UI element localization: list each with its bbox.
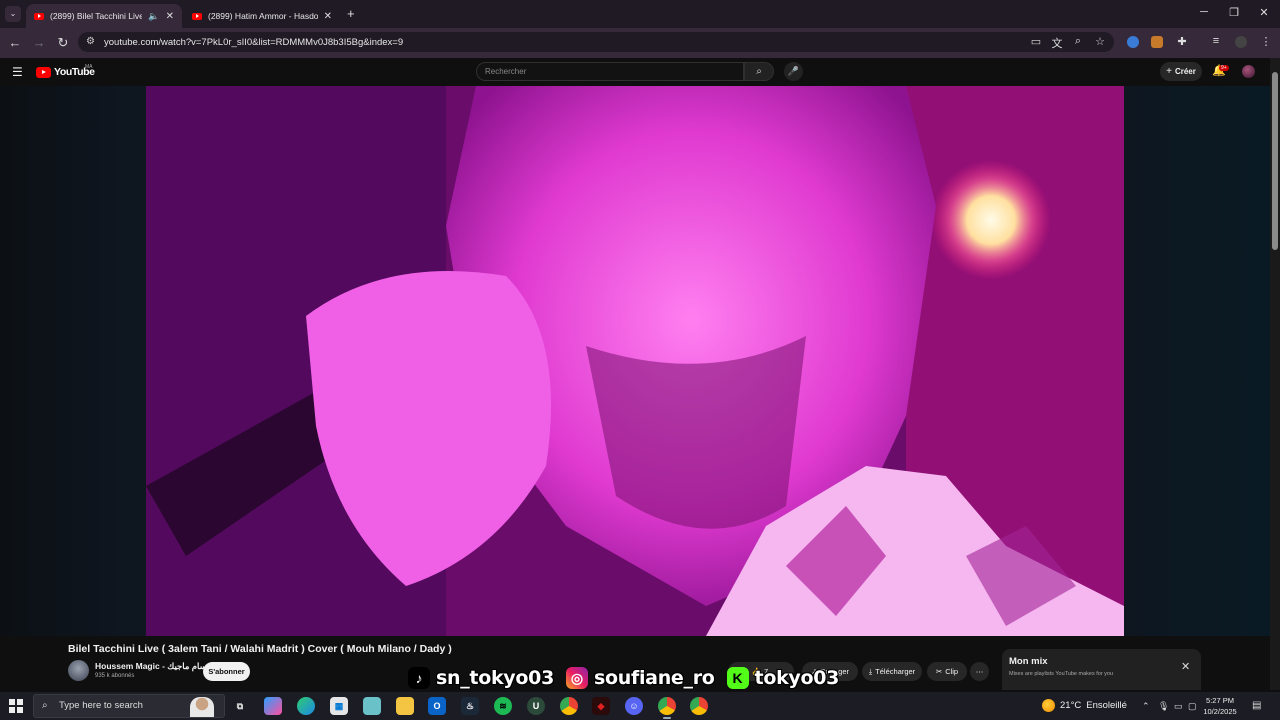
forward-icon[interactable]: →: [31, 35, 47, 50]
clip-button[interactable]: ✂ Clip: [927, 662, 967, 681]
mix-title: Mon mix: [1009, 656, 1048, 667]
extension-blue-icon[interactable]: [1127, 36, 1139, 48]
new-tab-button[interactable]: +: [347, 6, 355, 21]
translate-icon[interactable]: 文: [1049, 35, 1065, 51]
kick-handle: tokyo03: [754, 667, 840, 689]
tab-search-button[interactable]: ⌄: [5, 6, 21, 22]
browser-menu-icon[interactable]: ⋮: [1258, 35, 1274, 48]
search-input[interactable]: Rechercher: [476, 62, 744, 81]
mix-subtitle: Mixes are playlists YouTube makes for yo…: [1009, 671, 1114, 677]
country-code: MA: [85, 64, 93, 70]
chrome-icon[interactable]: [560, 697, 578, 715]
edge-icon[interactable]: [297, 697, 315, 715]
cast-icon[interactable]: ▭: [1028, 35, 1044, 48]
tab-bilel-tacchini[interactable]: (2899) Bilel Tacchini Live ( 3 🔈 ✕: [26, 4, 182, 28]
zoom-icon[interactable]: ⌕: [1070, 35, 1086, 48]
clock-date: 10/2/2025: [1203, 707, 1237, 716]
taskbar-search-input[interactable]: ⌕ Type here to search: [33, 694, 225, 718]
back-icon[interactable]: ←: [7, 35, 23, 50]
minimize-icon[interactable]: ─: [1189, 6, 1219, 18]
menu-hamburger-icon[interactable]: ☰: [12, 65, 23, 79]
close-tab-icon[interactable]: ✕: [166, 11, 174, 22]
close-icon[interactable]: ✕: [1181, 660, 1190, 673]
url-bar[interactable]: ⚙ youtube.com/watch?v=7PkL0r_sII0&list=R…: [78, 32, 1114, 52]
extension-orange-icon[interactable]: [1151, 36, 1163, 48]
extensions-puzzle-icon[interactable]: ✚: [1174, 35, 1190, 48]
profile-avatar-icon[interactable]: [1235, 36, 1247, 48]
reading-list-icon[interactable]: ≡: [1208, 35, 1224, 47]
account-avatar[interactable]: [1242, 65, 1255, 78]
notes-icon[interactable]: [363, 697, 381, 715]
search-icon: ⌕: [42, 700, 48, 711]
chrome-profile-icon[interactable]: [690, 697, 708, 715]
channel-name[interactable]: Houssem Magic - حسام ماجيك: [95, 661, 212, 672]
discord-icon[interactable]: ☺: [625, 697, 643, 715]
task-view-icon[interactable]: ⧉: [231, 697, 249, 715]
site-info-icon[interactable]: ⚙: [86, 36, 95, 47]
youtube-play-icon: [36, 66, 51, 78]
microphone-icon[interactable]: 🎤: [784, 62, 803, 81]
create-label: Créer: [1174, 67, 1196, 76]
tab-hatim-ammor[interactable]: (2899) Hatim Ammor - Hasdou ✕: [184, 4, 340, 28]
restore-icon[interactable]: ❐: [1219, 6, 1249, 19]
social-overlay: ♪ sn_tokyo03 ◎ soufiane_ro K tokyo03: [408, 664, 839, 692]
steam-icon[interactable]: ♨: [461, 697, 479, 715]
search-highlight-image: [190, 697, 214, 717]
create-button[interactable]: + Créer: [1160, 62, 1202, 81]
taskbar-search-placeholder: Type here to search: [59, 700, 143, 711]
spotify-icon[interactable]: ≋: [494, 697, 512, 715]
store-icon[interactable]: ▦: [330, 697, 348, 715]
tiktok-icon: ♪: [408, 667, 430, 689]
tiktok-handle: sn_tokyo03: [436, 667, 554, 689]
channel-avatar[interactable]: [68, 660, 89, 681]
tab-title: (2899) Hatim Ammor - Hasdou: [208, 11, 318, 21]
more-actions-button[interactable]: ⋯: [970, 662, 989, 681]
redapp-icon[interactable]: ◆: [592, 697, 610, 715]
weather-desc: Ensoleillé: [1086, 700, 1127, 711]
search-icon[interactable]: ⌕: [744, 62, 774, 81]
instagram-icon: ◎: [566, 667, 588, 689]
download-label: Télécharger: [875, 667, 916, 676]
notifications-icon[interactable]: ▤: [1252, 700, 1261, 711]
microphone-tray-icon[interactable]: 🎙: [1158, 701, 1169, 712]
weather-widget[interactable]: 21°C Ensoleillé: [1042, 699, 1127, 712]
copilot-icon[interactable]: [264, 697, 282, 715]
clock-time: 5:27 PM: [1206, 696, 1234, 705]
network-icon[interactable]: ▭: [1174, 701, 1183, 712]
instagram-handle: soufiane_ro: [594, 667, 715, 689]
youtube-favicon-icon: [192, 12, 202, 20]
url-text: youtube.com/watch?v=7PkL0r_sII0&list=RDM…: [104, 36, 404, 48]
close-tab-icon[interactable]: ✕: [324, 11, 332, 22]
file-explorer-icon[interactable]: [396, 697, 414, 715]
windows-start-icon[interactable]: [9, 699, 23, 713]
tray-chevron-icon[interactable]: ⌃: [1142, 701, 1150, 712]
speaker-icon[interactable]: 🔈: [148, 11, 159, 22]
chrome-active-icon[interactable]: [658, 697, 676, 719]
outlook-icon[interactable]: O: [428, 697, 446, 715]
subscriber-count: 935 k abonnés: [95, 673, 135, 679]
upwork-icon[interactable]: U: [527, 697, 545, 715]
reload-icon[interactable]: ↻: [55, 35, 71, 51]
video-player[interactable]: [146, 86, 1124, 636]
clip-label: Clip: [945, 667, 959, 676]
scrollbar-thumb[interactable]: [1272, 72, 1278, 250]
subscribe-button[interactable]: S'abonner: [203, 662, 250, 681]
notification-badge: 9+: [1219, 65, 1229, 71]
download-icon: ⤓: [868, 666, 873, 676]
download-button[interactable]: ⤓ Télécharger: [862, 662, 922, 681]
scissors-icon: ✂: [935, 667, 943, 676]
bookmark-star-icon[interactable]: ☆: [1092, 35, 1108, 48]
display-icon[interactable]: ▢: [1188, 701, 1197, 712]
video-title: Bilel Tacchini Live ( 3alem Tani / Walah…: [68, 643, 452, 655]
kick-icon: K: [726, 667, 749, 689]
taskbar-clock[interactable]: 5:27 PM 10/2/2025: [1200, 695, 1240, 717]
tab-title: (2899) Bilel Tacchini Live ( 3: [50, 11, 143, 21]
close-window-icon[interactable]: ✕: [1249, 6, 1279, 19]
plus-icon: +: [1166, 66, 1172, 77]
weather-temp: 21°C: [1060, 700, 1082, 711]
youtube-favicon-icon: [34, 12, 44, 20]
sun-icon: [1042, 699, 1055, 712]
video-frame: [146, 86, 1124, 636]
